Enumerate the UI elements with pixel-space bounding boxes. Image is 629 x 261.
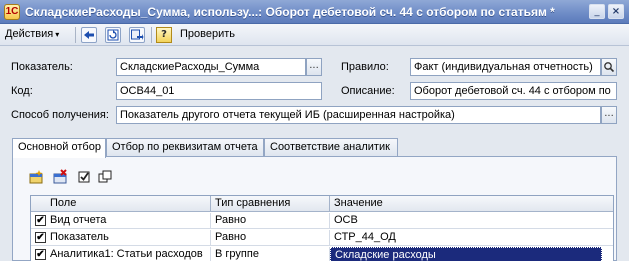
row-checkbox[interactable]: ✔ [35,215,46,226]
tab-main-filter[interactable]: Основной отбор [12,138,106,158]
cell-value-selected[interactable]: Складские расходы [330,247,602,261]
column-header-comparison[interactable]: Тип сравнения [211,196,330,212]
cell-field: ✔ Вид отчета [31,213,211,229]
indicator-select-button[interactable]: ... [306,58,322,76]
column-header-field[interactable]: Поле [31,196,211,212]
cell-field: ✔ Аналитика1: Статьи расходов [31,247,211,261]
verify-button[interactable]: Проверить [180,28,235,40]
rule-search-button[interactable] [601,58,617,76]
minimize-button[interactable]: _ [589,4,605,19]
rule-label: Правило: [341,61,389,73]
nav-back-icon[interactable] [81,27,97,43]
description-field[interactable]: Оборот дебетовой сч. 44 с отбором по [410,82,617,100]
search-icon [604,62,615,73]
method-field[interactable]: Показатель другого отчета текущей ИБ (ра… [116,106,601,124]
row-checkbox[interactable]: ✔ [35,232,46,243]
settings-arrow-icon[interactable] [129,27,145,43]
check-all-icon[interactable] [76,169,92,185]
cell-comparison[interactable]: Равно [211,213,330,229]
tab-report-attribute-filter[interactable]: Отбор по реквизитам отчета [106,138,264,157]
method-select-button[interactable]: ... [601,106,617,124]
dropdown-arrow-icon: ▾ [55,30,60,39]
description-label: Описание: [341,85,395,97]
table-row[interactable]: ✔ Вид отчета Равно ОСВ [31,213,613,229]
cell-comparison[interactable]: В группе [211,247,330,261]
actions-label: Действия [5,28,54,40]
code-field[interactable]: ОСВ44_01 [116,82,322,100]
method-label: Способ получения: [11,109,109,121]
table-row[interactable]: ✔ Аналитика1: Статьи расходов В группе С… [31,247,613,261]
app-icon: 1С [4,4,20,20]
cell-field: ✔ Показатель [31,230,211,246]
close-button[interactable]: × [608,4,624,19]
help-icon[interactable]: ? [156,27,172,43]
table-row[interactable]: ✔ Показатель Равно СТР_44_ОД [31,230,613,246]
refresh-icon[interactable] [105,27,121,43]
tab-panel-main-filter: Поле Тип сравнения Значение ✔ Вид отчета… [12,156,617,261]
title-bar: 1С СкладскиеРасходы_Сумма, использу...: … [0,0,629,24]
tab-analytics-mapping[interactable]: Соответствие аналитик [264,138,398,157]
toolbar: Действия ▾ ? Проверить [0,24,629,46]
toolbar-separator [75,27,76,43]
rule-field[interactable]: Факт (индивидуальная отчетность) [410,58,601,76]
code-label: Код: [11,85,33,97]
table-header: Поле Тип сравнения Значение [31,196,613,212]
indicator-label: Показатель: [11,61,73,73]
uncheck-all-icon[interactable] [97,169,113,185]
window-title: СкладскиеРасходы_Сумма, использу...: Обо… [25,5,555,19]
actions-menu[interactable]: Действия ▾ [5,28,59,40]
row-checkbox[interactable]: ✔ [35,249,46,260]
toolbar-separator [151,27,152,43]
cell-value[interactable]: СТР_44_ОД [330,230,613,246]
indicator-field[interactable]: СкладскиеРасходы_Сумма [116,58,306,76]
cell-value[interactable]: ОСВ [330,213,613,229]
column-header-value[interactable]: Значение [330,196,613,212]
delete-row-icon[interactable] [52,169,68,185]
filter-table: Поле Тип сравнения Значение ✔ Вид отчета… [30,195,614,261]
cell-comparison[interactable]: Равно [211,230,330,246]
add-row-icon[interactable] [28,169,44,185]
